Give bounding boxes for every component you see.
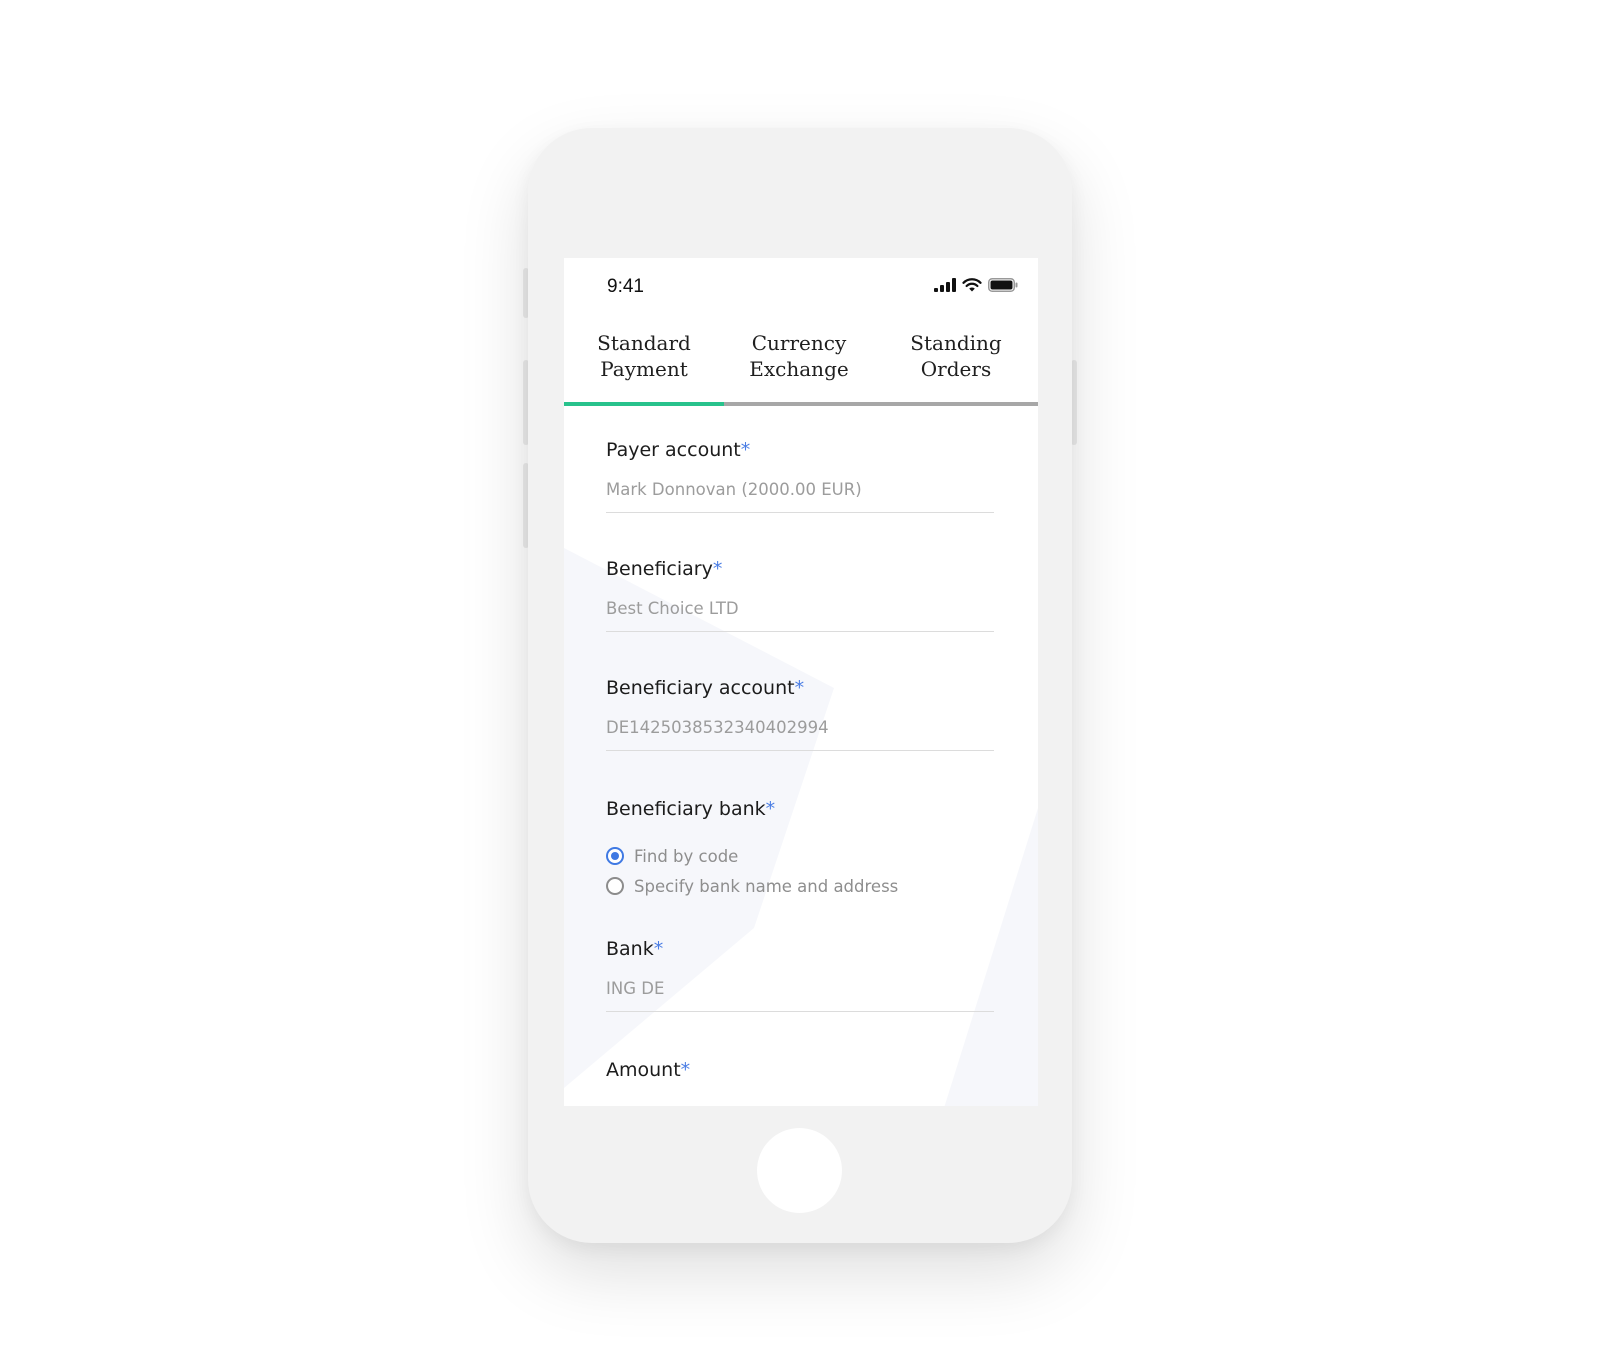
payer-account-field: Payer account* Mark Donnovan (2000.00 EU…	[606, 438, 994, 513]
beneficiary-label: Beneficiary*	[606, 558, 723, 580]
home-button[interactable]	[757, 1128, 842, 1213]
radio-unselected-icon[interactable]	[606, 877, 624, 895]
active-tab-indicator	[564, 402, 724, 406]
beneficiary-account-label: Beneficiary account*	[606, 677, 805, 699]
bank-input[interactable]: ING DE	[606, 978, 994, 1012]
beneficiary-account-input[interactable]: DE1425038532340402994	[606, 717, 994, 751]
tab-label-line1: Standing	[910, 331, 1002, 355]
required-asterisk: *	[653, 938, 664, 960]
beneficiary-input[interactable]: Best Choice LTD	[606, 598, 994, 632]
beneficiary-bank-label: Beneficiary bank*	[606, 798, 776, 820]
phone-screen: 9:41 Standard Payment Currency Exchange …	[564, 258, 1038, 1106]
amount-field: Amount*	[606, 1058, 994, 1082]
beneficiary-field: Beneficiary* Best Choice LTD	[606, 557, 994, 632]
radio-selected-icon[interactable]	[606, 847, 624, 865]
bank-field: Bank* ING DE	[606, 937, 994, 1012]
bank-label: Bank*	[606, 938, 664, 960]
radio-specify-bank[interactable]: Specify bank name and address	[606, 871, 994, 901]
tab-label-line1: Currency	[751, 331, 847, 355]
payment-tabs: Standard Payment Currency Exchange Stand…	[564, 330, 1038, 406]
tab-label-line2: Exchange	[749, 357, 849, 381]
radio-label: Find by code	[634, 846, 739, 866]
beneficiary-account-field: Beneficiary account* DE14250385323404029…	[606, 676, 994, 751]
required-asterisk: *	[794, 677, 805, 699]
radio-label: Specify bank name and address	[634, 876, 899, 896]
tab-standing-orders[interactable]: Standing Orders	[874, 330, 1038, 402]
tab-label-line2: Orders	[920, 357, 992, 381]
status-time: 9:41	[607, 276, 644, 297]
payer-account-label: Payer account*	[606, 439, 751, 461]
status-icons	[934, 278, 1018, 292]
required-asterisk: *	[712, 558, 723, 580]
battery-icon	[988, 278, 1018, 292]
required-asterisk: *	[740, 439, 751, 461]
bank-search-options: Find by code Specify bank name and addre…	[606, 841, 994, 901]
payment-form: Payer account* Mark Donnovan (2000.00 EU…	[606, 438, 994, 1082]
tab-label-line1: Standard	[597, 331, 691, 355]
payer-account-input[interactable]: Mark Donnovan (2000.00 EUR)	[606, 479, 994, 513]
tab-currency-exchange[interactable]: Currency Exchange	[724, 330, 874, 402]
signal-icon	[934, 278, 956, 292]
beneficiary-bank-field: Beneficiary bank* Find by code Specify b…	[606, 797, 994, 901]
tab-standard-payment[interactable]: Standard Payment	[564, 330, 724, 402]
wifi-icon	[962, 278, 982, 292]
required-asterisk: *	[765, 798, 776, 820]
tab-label-line2: Payment	[600, 357, 688, 381]
status-bar: 9:41	[564, 258, 1038, 318]
radio-find-by-code[interactable]: Find by code	[606, 841, 994, 871]
required-asterisk: *	[680, 1059, 691, 1081]
amount-label: Amount*	[606, 1059, 691, 1081]
